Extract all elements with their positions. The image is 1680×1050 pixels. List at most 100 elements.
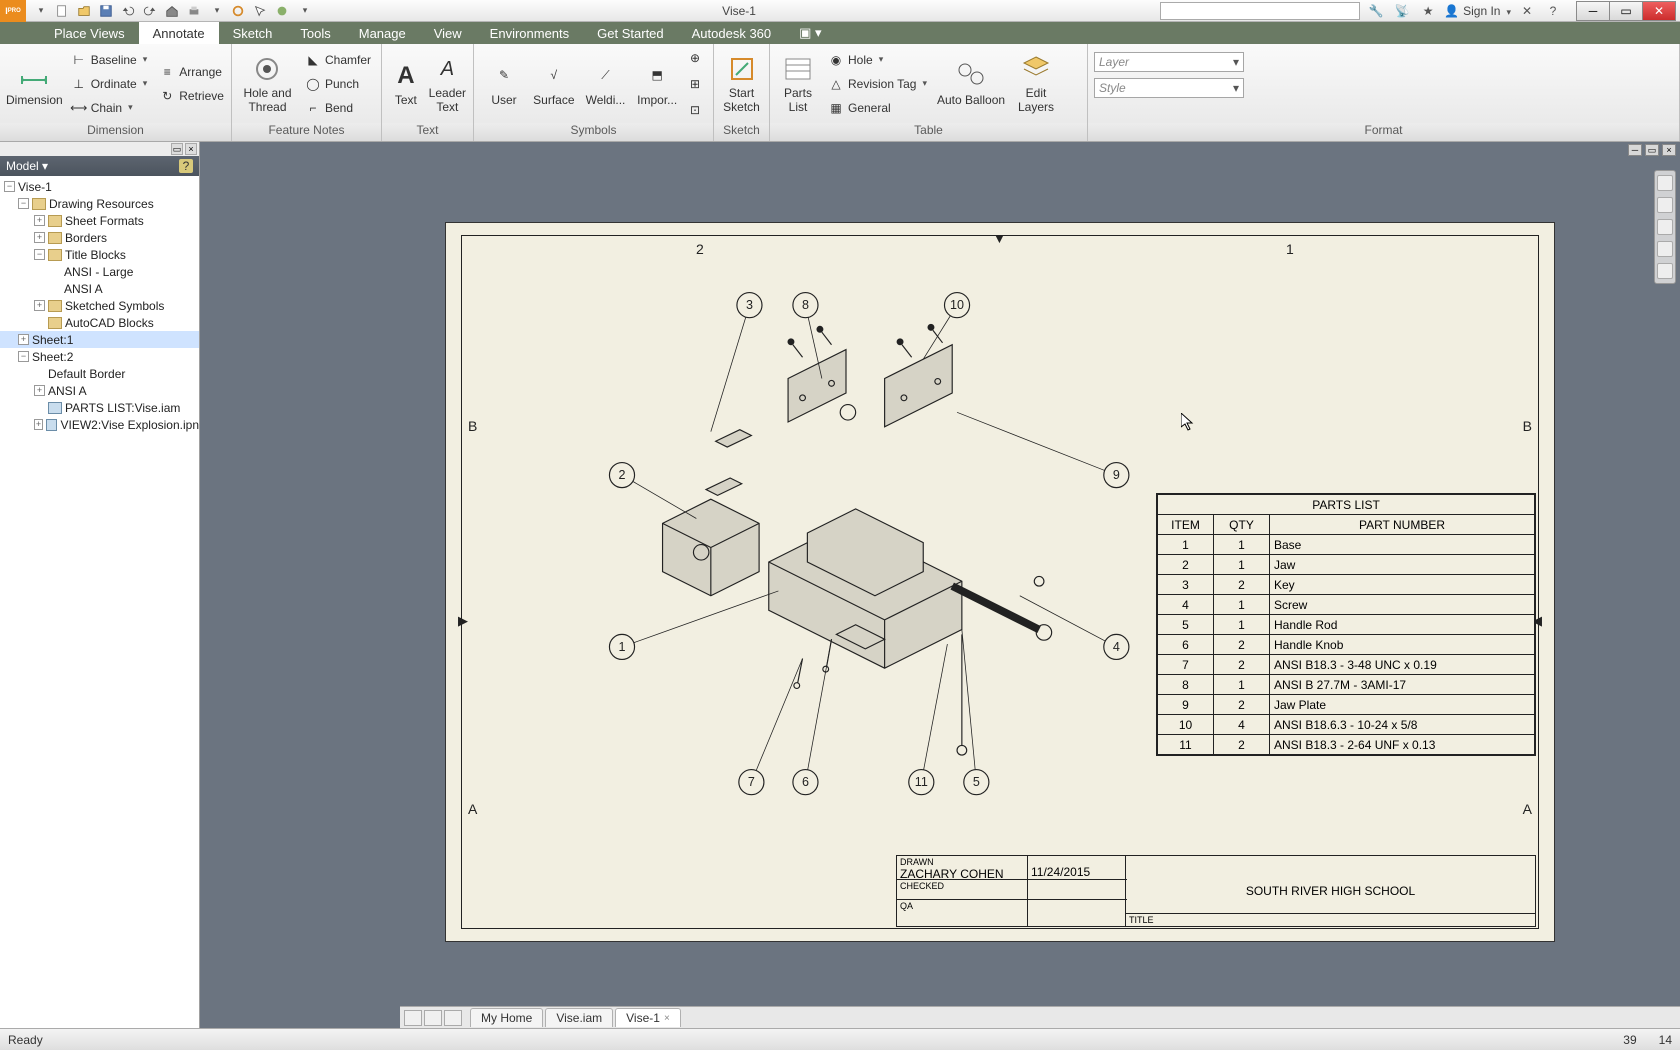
surface-button[interactable]: √Surface <box>528 48 580 120</box>
tree-node[interactable]: −Sheet:2 <box>0 348 199 365</box>
symbol-extra-3[interactable]: ⊡ <box>683 99 707 121</box>
app-logo[interactable]: IPRO <box>0 0 26 22</box>
new-icon[interactable] <box>52 2 72 20</box>
user-symbol-button[interactable]: ✎User <box>480 48 528 120</box>
leader-text-button[interactable]: A Leader Text <box>428 48 467 120</box>
qat-dropdown-icon[interactable] <box>294 2 314 20</box>
tree-node[interactable]: +Sheet:1 <box>0 331 199 348</box>
signin-dropdown-icon[interactable] <box>1504 4 1511 18</box>
punch-button[interactable]: ◯Punch <box>301 73 375 95</box>
navbar-look-icon[interactable] <box>1657 263 1673 279</box>
table-row[interactable]: 62Handle Knob <box>1158 635 1535 655</box>
window-maximize-button[interactable]: ▭ <box>1609 1 1643 21</box>
tree-node[interactable]: −Title Blocks <box>0 246 199 263</box>
navbar-home-icon[interactable] <box>1657 175 1673 191</box>
select-icon[interactable] <box>250 2 270 20</box>
drawing-canvas[interactable]: ─ ▭ × 2 1 B B A A ▼ ▶ ◀ <box>200 142 1680 1028</box>
qat-more-icon[interactable] <box>206 2 226 20</box>
tree-root[interactable]: −Vise-1 <box>0 178 199 195</box>
style-combo[interactable]: Style <box>1094 78 1244 98</box>
table-row[interactable]: 81ANSI B 27.7M - 3AMI-17 <box>1158 675 1535 695</box>
tab-view-icon-3[interactable] <box>444 1010 462 1026</box>
symbol-extra-2[interactable]: ⊞ <box>683 73 707 95</box>
tree-node[interactable]: ANSI - Large <box>0 263 199 280</box>
navbar-orbit-icon[interactable] <box>1657 241 1673 257</box>
exchange-icon[interactable]: ✕ <box>1517 2 1537 20</box>
parts-list-button[interactable]: Parts List <box>776 48 820 120</box>
undo-icon[interactable] <box>118 2 138 20</box>
baseline-button[interactable]: ⊢Baseline <box>67 49 152 71</box>
navbar-zoom-icon[interactable] <box>1657 219 1673 235</box>
tree-node[interactable]: +ANSI A <box>0 382 199 399</box>
title-block[interactable]: DRAWN ZACHARY COHEN 11/24/2015 CHECKED Q… <box>896 855 1536 927</box>
close-tab-icon[interactable]: × <box>664 1013 670 1024</box>
material-icon[interactable] <box>272 2 292 20</box>
browser-tree[interactable]: −Vise-1−Drawing Resources+Sheet Formats+… <box>0 176 199 1028</box>
retrieve-button[interactable]: ↻Retrieve <box>155 85 228 107</box>
table-row[interactable]: 112ANSI B18.3 - 2-64 UNF x 0.13 <box>1158 735 1535 755</box>
tree-node[interactable]: ANSI A <box>0 280 199 297</box>
tree-node[interactable]: AutoCAD Blocks <box>0 314 199 331</box>
tree-node[interactable]: +Borders <box>0 229 199 246</box>
navbar-pan-icon[interactable] <box>1657 197 1673 213</box>
text-button[interactable]: A Text <box>388 48 424 120</box>
arrange-button[interactable]: ≡Arrange <box>155 61 228 83</box>
help-icon[interactable]: ? <box>1543 2 1563 20</box>
chamfer-button[interactable]: ◣Chamfer <box>301 49 375 71</box>
window-close-button[interactable]: ✕ <box>1642 1 1676 21</box>
general-table-button[interactable]: ▦General <box>824 97 931 119</box>
ribbon-tab-tools[interactable]: Tools <box>286 22 344 44</box>
doc-close-icon[interactable]: × <box>1662 144 1676 156</box>
chain-button[interactable]: ⟷Chain <box>67 97 152 119</box>
browser-header[interactable]: Model ▾ ? <box>0 156 199 176</box>
doc-tab[interactable]: Vise-1× <box>615 1008 681 1027</box>
tree-node[interactable]: +VIEW2:Vise Explosion.ipn <box>0 416 199 433</box>
import-button[interactable]: ⬒Impor... <box>631 48 683 120</box>
window-minimize-button[interactable]: ─ <box>1576 1 1610 21</box>
table-row[interactable]: 104ANSI B18.6.3 - 10-24 x 5/8 <box>1158 715 1535 735</box>
tab-view-icon-1[interactable] <box>404 1010 422 1026</box>
search-icon[interactable]: 🔧 <box>1366 2 1386 20</box>
signin-button[interactable]: 👤 Sign In <box>1444 4 1511 18</box>
tree-node[interactable]: PARTS LIST:Vise.iam <box>0 399 199 416</box>
table-row[interactable]: 32Key <box>1158 575 1535 595</box>
table-row[interactable]: 51Handle Rod <box>1158 615 1535 635</box>
bend-button[interactable]: ⌐Bend <box>301 97 375 119</box>
start-sketch-button[interactable]: Start Sketch <box>720 48 763 120</box>
search-input[interactable] <box>1160 2 1360 20</box>
table-row[interactable]: 92Jaw Plate <box>1158 695 1535 715</box>
ribbon-tab-place-views[interactable]: Place Views <box>40 22 139 44</box>
edit-layers-button[interactable]: Edit Layers <box>1011 48 1061 120</box>
doc-tab[interactable]: Vise.iam <box>545 1008 613 1027</box>
revision-tag-button[interactable]: △Revision Tag <box>824 73 931 95</box>
layer-combo[interactable]: Layer <box>1094 52 1244 72</box>
tree-node[interactable]: +Sheet Formats <box>0 212 199 229</box>
dimension-button[interactable]: Dimension <box>6 48 63 120</box>
ribbon-tab-environments[interactable]: Environments <box>476 22 583 44</box>
browser-pin-icon[interactable]: ▭ <box>171 143 183 155</box>
auto-balloon-button[interactable]: Auto Balloon <box>935 48 1007 120</box>
tab-view-icon-2[interactable] <box>424 1010 442 1026</box>
parts-list-table[interactable]: PARTS LIST ITEMQTYPART NUMBER 11Base21Ja… <box>1156 493 1536 756</box>
update-icon[interactable] <box>228 2 248 20</box>
ribbon-tab-get-started[interactable]: Get Started <box>583 22 677 44</box>
ribbon-tab-manage[interactable]: Manage <box>345 22 420 44</box>
home-icon[interactable] <box>162 2 182 20</box>
hole-thread-button[interactable]: Hole and Thread <box>238 48 297 120</box>
table-row[interactable]: 21Jaw <box>1158 555 1535 575</box>
print-icon[interactable] <box>184 2 204 20</box>
app-menu-icon[interactable] <box>30 2 50 20</box>
tree-node[interactable]: −Drawing Resources <box>0 195 199 212</box>
table-row[interactable]: 41Screw <box>1158 595 1535 615</box>
redo-icon[interactable] <box>140 2 160 20</box>
doc-restore-icon[interactable]: ▭ <box>1645 144 1659 156</box>
doc-minimize-icon[interactable]: ─ <box>1628 144 1642 156</box>
ribbon-tab-autodesk-360[interactable]: Autodesk 360 <box>678 22 786 44</box>
open-icon[interactable] <box>74 2 94 20</box>
symbol-extra-1[interactable]: ⊕ <box>683 47 707 69</box>
tree-node[interactable]: Default Border <box>0 365 199 382</box>
table-row[interactable]: 11Base <box>1158 535 1535 555</box>
browser-help-icon[interactable]: ? <box>179 159 193 173</box>
ribbon-appearance-menu[interactable]: ▣ ▾ <box>785 22 835 44</box>
tree-node[interactable]: +Sketched Symbols <box>0 297 199 314</box>
